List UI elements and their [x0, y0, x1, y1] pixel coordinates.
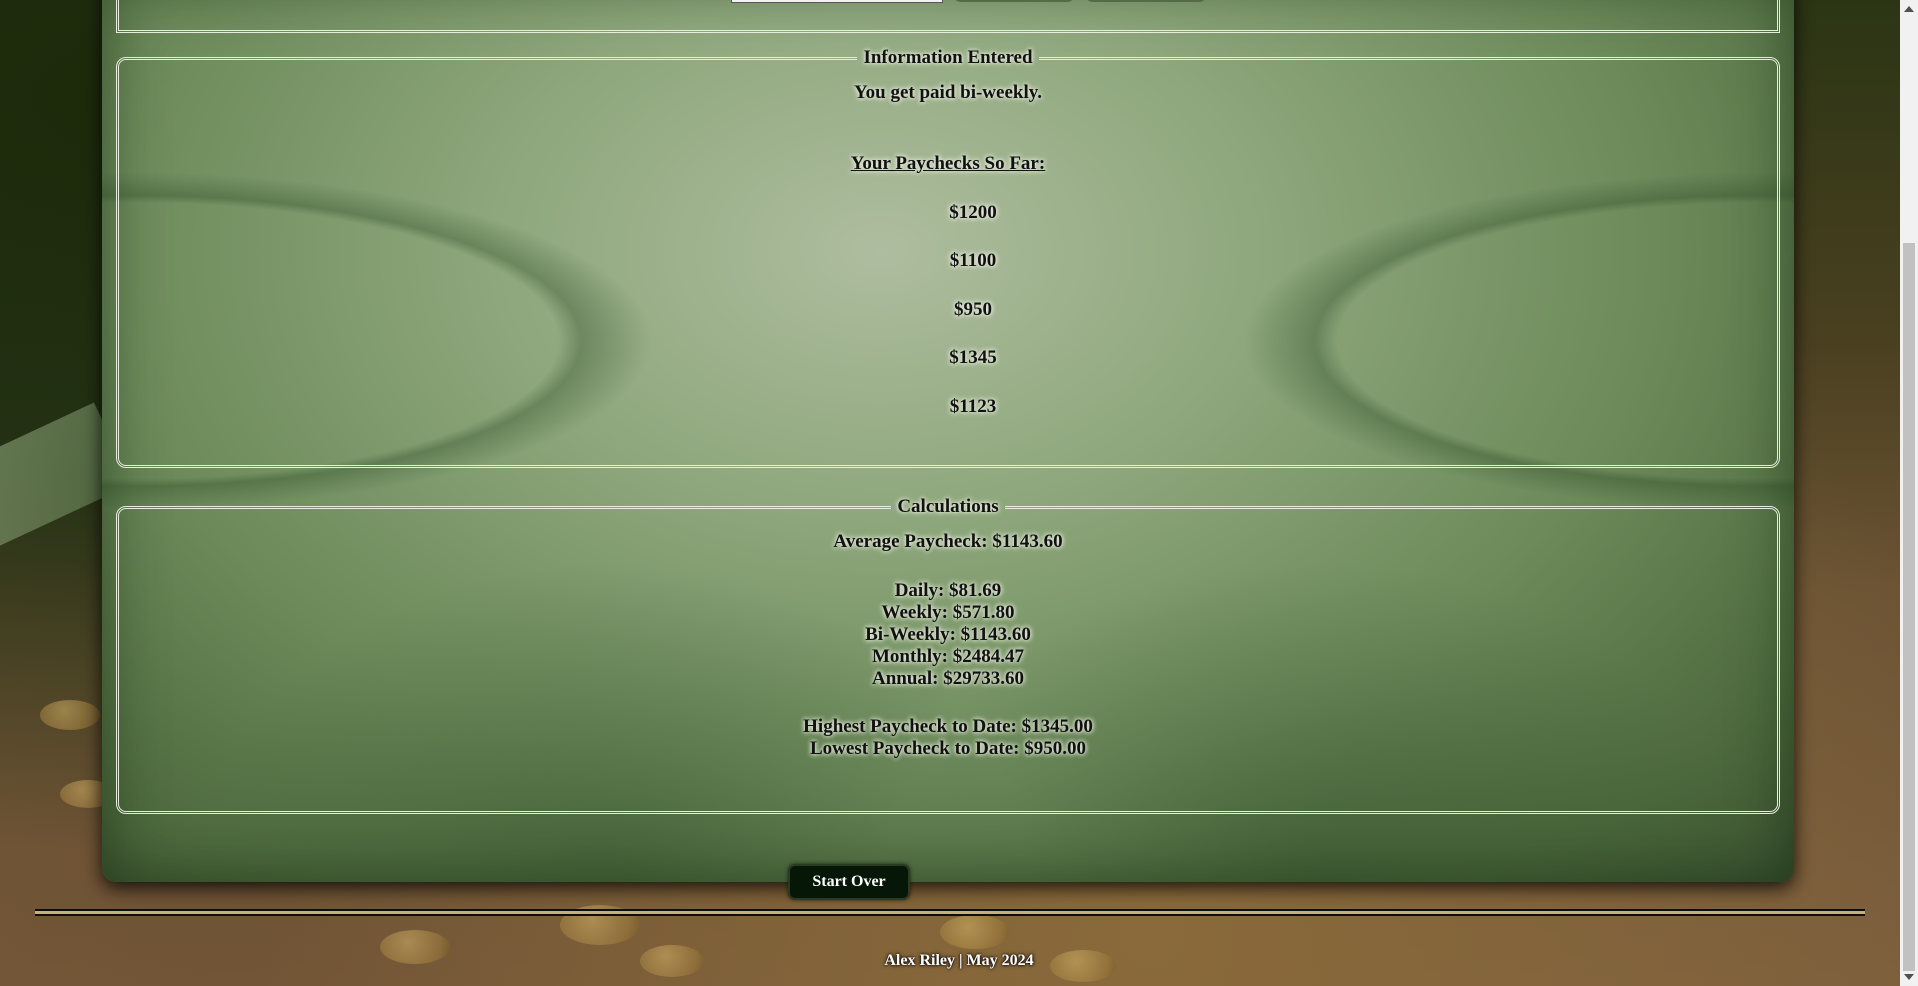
paycheck-item: $1345 — [949, 347, 997, 368]
paycheck-item: $1200 — [949, 202, 997, 223]
annual-amount-text: Annual: $29733.60 — [871, 668, 1025, 689]
daily-amount-text: Daily: $81.69 — [894, 580, 1002, 601]
start-over-button[interactable]: Start Over — [788, 864, 910, 900]
lowest-paycheck-text: Lowest Paycheck to Date: $950.00 — [810, 738, 1086, 759]
paycheck-item: $950 — [954, 299, 992, 320]
paycheck-item: $1100 — [949, 250, 997, 271]
average-paycheck-text: Average Paycheck: $1143.60 — [833, 531, 1063, 552]
form-section-bottom-edge — [116, 0, 1780, 33]
footer-divider — [35, 909, 1865, 916]
scroll-up-arrow-icon[interactable] — [1904, 6, 1914, 12]
highest-paycheck-text: Highest Paycheck to Date: $1345.00 — [803, 716, 1093, 737]
scrollbar-thumb[interactable] — [1903, 243, 1915, 971]
paycheck-item: $1123 — [949, 396, 997, 417]
information-entered-legend: Information Entered — [863, 47, 1033, 68]
pay-frequency-text: You get paid bi-weekly. — [854, 82, 1042, 103]
page-scrollbar[interactable] — [1900, 0, 1918, 986]
paychecks-heading: Your Paychecks So Far: — [850, 153, 1046, 174]
weekly-amount-text: Weekly: $571.80 — [881, 602, 1015, 623]
add-paycheck-button[interactable] — [953, 0, 1075, 2]
scroll-down-arrow-icon[interactable] — [1904, 974, 1914, 980]
paycheck-amount-input[interactable] — [731, 0, 943, 3]
background-coin-image — [940, 915, 1010, 949]
main-panel: Information Entered You get paid bi-week… — [102, 0, 1794, 882]
calculations-legend: Calculations — [897, 496, 999, 517]
calculate-button[interactable] — [1085, 0, 1207, 2]
footer-credit: Alex Riley | May 2024 — [884, 952, 1034, 969]
background-coin-image — [40, 700, 100, 730]
biweekly-amount-text: Bi-Weekly: $1143.60 — [865, 624, 1031, 645]
monthly-amount-text: Monthly: $2484.47 — [872, 646, 1024, 667]
